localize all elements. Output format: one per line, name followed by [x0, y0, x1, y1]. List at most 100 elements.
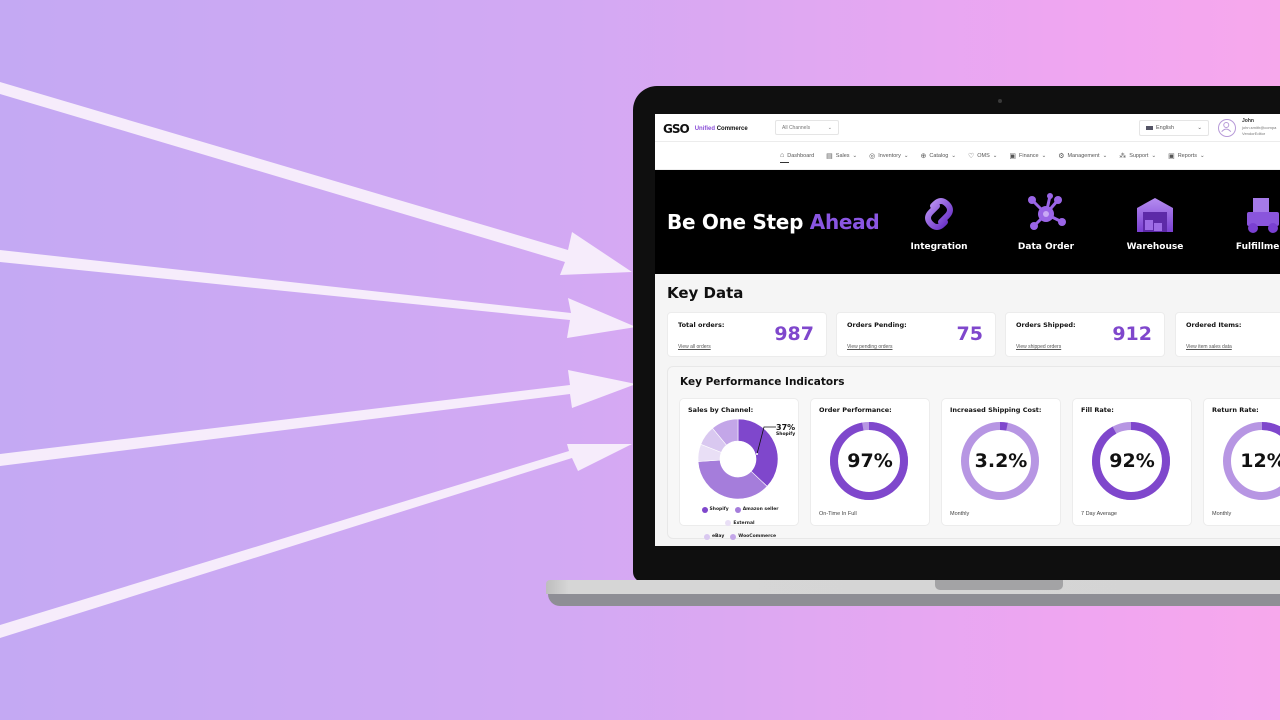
- view-item-sales-link[interactable]: View item sales data: [1186, 344, 1232, 350]
- card-label: Order Performance:: [819, 406, 892, 414]
- legend-item: WooCommerce: [730, 531, 776, 542]
- legend-item: Shopify: [701, 504, 729, 515]
- legend-item: eBay: [703, 531, 725, 542]
- gear-icon: ⚙: [1058, 152, 1065, 160]
- link-icon: [925, 198, 953, 230]
- ring-value: 97%: [847, 450, 893, 472]
- oms-icon: ♡: [967, 152, 975, 160]
- card-label: Ordered Items:: [1186, 321, 1242, 329]
- hero-title-accent: Ahead: [809, 210, 880, 234]
- channel-select-value: All Channels: [782, 125, 811, 131]
- nav-item-support[interactable]: ⁂ Support ⌄: [1119, 142, 1156, 170]
- nav-item-sales[interactable]: ▤ Sales ⌄: [826, 142, 857, 170]
- fill-rate-card: Fill Rate: 92% 7 Day Average: [1072, 398, 1192, 526]
- donut-legend: Shopify Amazon seller External eBay WooComme…: [684, 504, 796, 545]
- chevron-down-icon: ⌄: [1041, 152, 1047, 159]
- card-value: 987: [774, 323, 814, 345]
- card-label: Return Rate:: [1212, 406, 1259, 414]
- view-pending-orders-link[interactable]: View pending orders: [847, 344, 893, 350]
- nav-item-management[interactable]: ⚙ Management ⌄: [1058, 142, 1107, 170]
- legend-swatch: [703, 533, 710, 540]
- card-label: Orders Pending:: [847, 321, 907, 329]
- brand-accent: Unified: [694, 126, 716, 132]
- feature-warehouse[interactable]: Warehouse: [1115, 192, 1195, 252]
- language-select[interactable]: English ⌄: [1139, 120, 1209, 136]
- card-value: 912: [1112, 323, 1152, 345]
- user-info[interactable]: John john.smith@compa VendorEditor: [1242, 118, 1276, 138]
- feature-label: Fulfillment: [1235, 242, 1280, 252]
- nav-item-finance[interactable]: ▣ Finance ⌄: [1009, 142, 1046, 170]
- legend-item: Amazon seller: [734, 504, 779, 515]
- sales-by-channel-card: Sales by Channel: 37% Shopify Shopify Ama…: [679, 398, 799, 540]
- channel-select[interactable]: All Channels ⌄: [775, 120, 839, 135]
- view-shipped-orders-link[interactable]: View shipped orders: [1016, 344, 1061, 350]
- donut-callout: 37% Shopify: [776, 421, 795, 438]
- flag-icon: [1146, 125, 1153, 130]
- kpi-card-orders-shipped: Orders Shipped: 912 View shipped orders: [1005, 312, 1165, 357]
- chevron-down-icon: ⌄: [1197, 125, 1202, 131]
- legend-swatch: [730, 533, 737, 540]
- inventory-icon: ◎: [869, 152, 876, 160]
- ring-value: 3.2%: [974, 450, 1028, 472]
- dashboard-screen: GSO Unified Commerce All Channels ⌄ Engl…: [655, 114, 1280, 546]
- hero-title: Be One Step Ahead: [667, 210, 880, 234]
- card-subtitle: On-Time In Full: [819, 511, 857, 517]
- top-bar: GSO Unified Commerce All Channels ⌄ Engl…: [655, 114, 1280, 142]
- user-avatar-icon[interactable]: [1218, 119, 1236, 137]
- legend-label: Amazon seller: [742, 507, 779, 512]
- nav-label: Support: [1129, 152, 1149, 159]
- nav-label: Dashboard: [787, 152, 815, 159]
- chevron-down-icon: ⌄: [1102, 152, 1108, 159]
- card-label: Orders Shipped:: [1016, 321, 1076, 329]
- card-value: 75: [956, 323, 983, 345]
- return-rate-card: Return Rate: 12% Monthly: [1203, 398, 1280, 526]
- hero-banner: Be One Step Ahead Integration Data Order…: [655, 170, 1280, 274]
- hero-title-main: Be One Step: [667, 210, 804, 234]
- chevron-down-icon: ⌄: [852, 152, 858, 159]
- user-role: VendorEditor: [1242, 131, 1266, 136]
- nav-item-catalog[interactable]: ⊕ Catalog ⌄: [921, 142, 956, 170]
- logo[interactable]: GSO Unified Commerce: [663, 122, 748, 136]
- nav-label: Inventory: [878, 152, 901, 159]
- legend-label: External: [733, 520, 755, 526]
- chevron-down-icon: ⌄: [1199, 152, 1205, 159]
- arrow-4: [0, 444, 632, 638]
- home-icon: ⌂: [780, 152, 785, 159]
- callout-name: Shopify: [776, 432, 796, 437]
- chevron-down-icon: ⌄: [992, 152, 998, 159]
- feature-fulfillment[interactable]: Fulfillment: [1223, 192, 1280, 252]
- order-performance-card: Order Performance: 97% On-Time In Full: [810, 398, 930, 526]
- chevron-down-icon: ⌄: [827, 125, 832, 131]
- legend-swatch: [734, 506, 741, 513]
- network-icon: [1028, 193, 1066, 230]
- feature-integration[interactable]: Integration: [899, 192, 979, 252]
- catalog-icon: ⊕: [920, 152, 927, 160]
- reports-icon: ▣: [1168, 152, 1175, 160]
- legend-label: WooCommerce: [738, 534, 777, 539]
- nav-label: Reports: [1177, 152, 1197, 159]
- legend-swatch: [725, 520, 732, 526]
- kpi-panel: Key Performance Indicators Sales by Chan…: [667, 366, 1280, 540]
- shipping-cost-card: Increased Shipping Cost: 3.2% Monthly: [941, 398, 1061, 526]
- arrow-2: [0, 250, 636, 338]
- legend-label: Shopify: [709, 507, 729, 512]
- card-subtitle: Monthly: [1212, 511, 1232, 517]
- nav-item-oms[interactable]: ♡ OMS ⌄: [968, 142, 997, 170]
- support-icon: ⁂: [1119, 152, 1127, 160]
- warehouse-icon: [1137, 198, 1173, 232]
- ring-value: 12%: [1240, 450, 1280, 472]
- brand-rest: Commerce: [716, 126, 748, 132]
- chevron-down-icon: ⌄: [951, 152, 956, 159]
- legend-label: eBay: [711, 534, 725, 539]
- nav-item-inventory[interactable]: ◎ Inventory ⌄: [869, 142, 908, 170]
- feature-data-order[interactable]: Data Order: [1006, 192, 1086, 252]
- view-all-orders-link[interactable]: View all orders: [678, 344, 711, 350]
- language-label: English: [1156, 125, 1175, 131]
- nav-item-dashboard[interactable]: ⌂ Dashboard: [780, 142, 814, 170]
- legend-swatch: [701, 506, 708, 513]
- nav-item-reports[interactable]: ▣ Reports ⌄: [1168, 142, 1205, 170]
- main-nav: ⌂ Dashboard ▤ Sales ⌄ ◎ Inventory ⌄ ⊕ Catalog ⌄ ♡ OM…: [655, 142, 1280, 170]
- laptop-notch: [935, 580, 1063, 590]
- arrow-3: [0, 370, 636, 466]
- finance-icon: ▣: [1009, 152, 1016, 160]
